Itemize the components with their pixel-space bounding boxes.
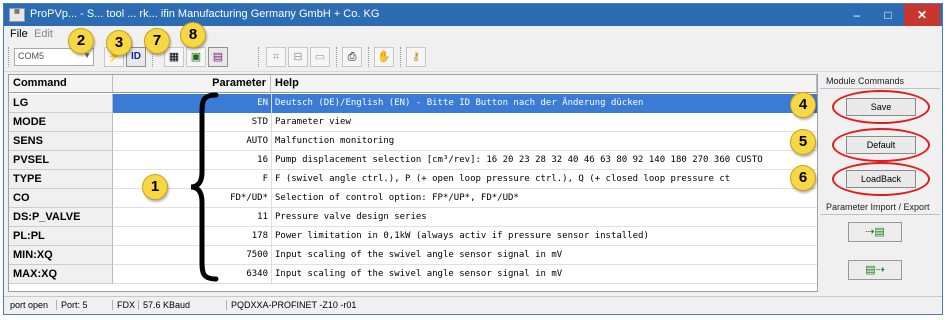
- print-icon[interactable]: ⎙: [342, 47, 362, 67]
- menu-file[interactable]: File: [10, 28, 28, 40]
- row-help: Deutsch (DE)/English (EN) - Bitte ID But…: [271, 94, 817, 113]
- row-help: F (swivel angle ctrl.), P (+ open loop p…: [271, 170, 817, 189]
- callout-3: 3: [106, 30, 132, 56]
- panel-divider: [820, 88, 940, 89]
- row-help: Pump displacement selection [cm³/rev]: 1…: [271, 151, 817, 170]
- callout-4: 4: [790, 92, 816, 118]
- callout-2: 2: [68, 28, 94, 54]
- menu-edit[interactable]: Edit: [34, 28, 53, 40]
- row-command: MAX:XQ: [9, 265, 113, 284]
- com-port-value: COM5: [18, 51, 45, 61]
- status-duplex: FDX: [112, 300, 135, 310]
- window-title: ProPVp... - S... tool ... rk... ifin Man…: [30, 8, 380, 20]
- toolbar-grip: [258, 47, 261, 67]
- import-icon[interactable]: ⇢▤: [848, 222, 902, 242]
- app-window: ▦ ProPVp... - S... tool ... rk... ifin M…: [3, 3, 943, 315]
- module-commands-panel: Module Commands Save Default LoadBack Pa…: [820, 74, 940, 292]
- header-help[interactable]: Help: [271, 75, 817, 93]
- maximize-button[interactable]: □: [873, 4, 903, 26]
- row-help: Power limitation in 0,1kW (always activ …: [271, 227, 817, 246]
- module-commands-label: Module Commands: [826, 76, 905, 86]
- row-help: Pressure valve design series: [271, 208, 817, 227]
- toolbar-grip: [336, 47, 339, 67]
- callout-1: 1: [142, 174, 168, 200]
- monitor-icon[interactable]: ▣: [186, 47, 206, 67]
- table-row[interactable]: CO FD*/UD* Selection of control option: …: [9, 189, 817, 208]
- toolbar: COM5 ▼ ⚡ ID ▦ ▣ ▤ ⌗ ⊟ ▭ ⎙ ✋ ⚷: [4, 44, 942, 72]
- app-icon: ▦: [9, 8, 25, 22]
- highlight-ring: [832, 162, 930, 196]
- row-command: TYPE: [9, 170, 113, 189]
- open-icon[interactable]: ⊟: [288, 47, 308, 67]
- row-command: CO: [9, 189, 113, 208]
- table-row[interactable]: TYPE F F (swivel angle ctrl.), P (+ open…: [9, 170, 817, 189]
- row-command: DS:P_VALVE: [9, 208, 113, 227]
- table-row[interactable]: LG EN Deutsch (DE)/English (EN) - Bitte …: [9, 94, 817, 113]
- toolbar-grip[interactable]: [8, 47, 11, 67]
- row-help: Selection of control option: FP*/UP*, FD…: [271, 189, 817, 208]
- status-bar: port open Port: 5 FDX 57.6 KBaud PQDXXA-…: [4, 296, 942, 314]
- header-command[interactable]: Command: [9, 75, 113, 93]
- callout-5: 5: [790, 129, 816, 155]
- row-command: LG: [9, 94, 113, 113]
- grid-icon[interactable]: ▦: [164, 47, 184, 67]
- highlight-ring: [832, 128, 930, 162]
- table-row[interactable]: DS:P_VALVE 11 Pressure valve design seri…: [9, 208, 817, 227]
- callout-7: 7: [144, 28, 170, 54]
- table-row[interactable]: PL:PL 178 Power limitation in 0,1kW (alw…: [9, 227, 817, 246]
- title-bar: ▦ ProPVp... - S... tool ... rk... ifin M…: [4, 4, 942, 26]
- row-command: MODE: [9, 113, 113, 132]
- brace-annotation: [190, 92, 219, 282]
- callout-6: 6: [790, 165, 816, 191]
- key-icon[interactable]: ⚷: [406, 47, 426, 67]
- row-help: Input scaling of the swivel angle sensor…: [271, 246, 817, 265]
- status-baud: 57.6 KBaud: [138, 300, 190, 310]
- close-button[interactable]: ✕: [904, 4, 940, 26]
- status-port: Port: 5: [56, 300, 88, 310]
- import-export-label: Parameter Import / Export: [826, 202, 930, 212]
- chart-icon[interactable]: ▤: [208, 47, 228, 67]
- parameter-table: Command Parameter Help LG EN Deutsch (DE…: [8, 74, 818, 292]
- row-help: Malfunction monitoring: [271, 132, 817, 151]
- table-row[interactable]: MIN:XQ 7500 Input scaling of the swivel …: [9, 246, 817, 265]
- row-help: Parameter view: [271, 113, 817, 132]
- table-row[interactable]: SENS AUTO Malfunction monitoring: [9, 132, 817, 151]
- highlight-ring: [832, 90, 930, 124]
- status-port-state: port open: [10, 300, 49, 310]
- row-command: PVSEL: [9, 151, 113, 170]
- table-row[interactable]: MODE STD Parameter view: [9, 113, 817, 132]
- export-icon[interactable]: ▤⇢: [848, 260, 902, 280]
- minimize-button[interactable]: –: [842, 4, 872, 26]
- callout-8: 8: [180, 22, 206, 48]
- toolbar-grip: [400, 47, 403, 67]
- row-command: SENS: [9, 132, 113, 151]
- header-parameter[interactable]: Parameter: [113, 75, 271, 93]
- save-icon[interactable]: ▭: [310, 47, 330, 67]
- toolbar-grip: [368, 47, 371, 67]
- table-row[interactable]: MAX:XQ 6340 Input scaling of the swivel …: [9, 265, 817, 284]
- compare-icon[interactable]: ⌗: [266, 47, 286, 67]
- row-command: MIN:XQ: [9, 246, 113, 265]
- table-row[interactable]: PVSEL 16 Pump displacement selection [cm…: [9, 151, 817, 170]
- row-help: Input scaling of the swivel angle sensor…: [271, 265, 817, 284]
- status-module: PQDXXA-PROFINET -Z10 -r01: [226, 300, 356, 310]
- hand-icon[interactable]: ✋: [374, 47, 394, 67]
- panel-divider: [820, 214, 940, 215]
- row-command: PL:PL: [9, 227, 113, 246]
